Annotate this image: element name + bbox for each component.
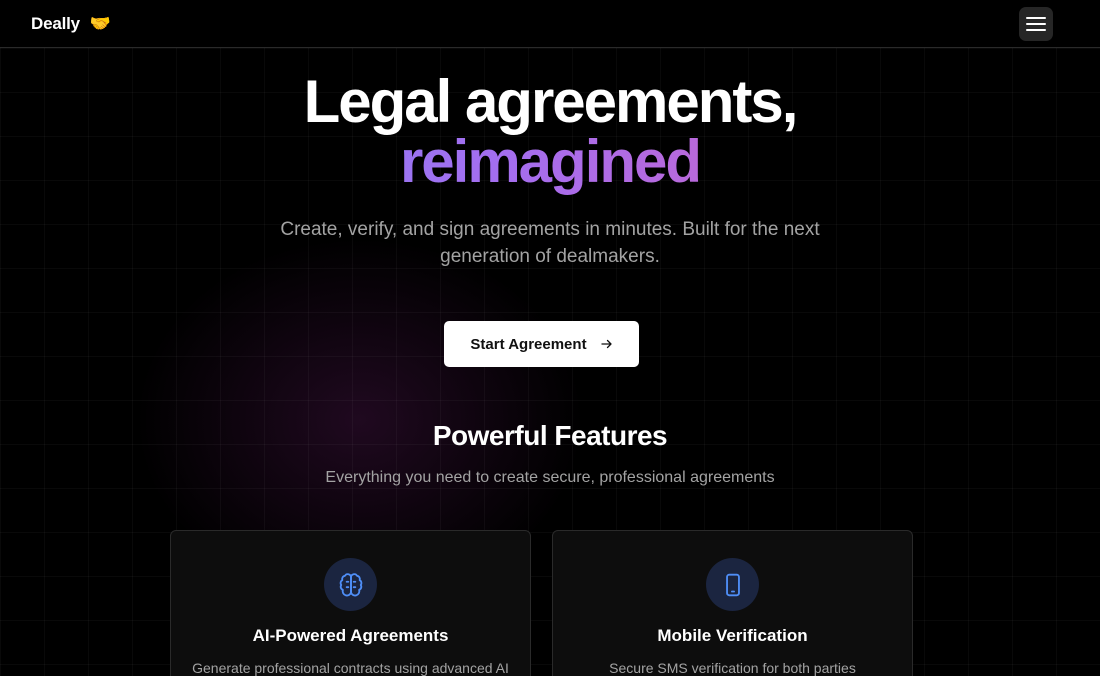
hero: Legal agreements, reimagined Create, ver… [0, 72, 1100, 270]
hero-subtitle: Create, verify, and sign agreements in m… [280, 219, 820, 267]
start-agreement-button[interactable]: Start Agreement [444, 321, 639, 367]
hamburger-menu-icon [1026, 16, 1046, 19]
feature-card-ai: AI-Powered Agreements Generate professio… [170, 530, 531, 676]
arrow-right-icon [600, 339, 612, 349]
page: Deally 🤝 Legal agreements, reimagined Cr… [0, 0, 1100, 676]
hero-title: Legal agreements, [303, 68, 799, 135]
handshake-icon: 🤝 [89, 14, 112, 33]
brand[interactable]: Deally 🤝 [31, 14, 111, 34]
feature-card-description: Generate professional contracts using ad… [192, 660, 509, 676]
top-nav: Deally 🤝 [0, 0, 1100, 48]
smartphone-icon [706, 558, 759, 611]
features-title: Powerful Features [432, 420, 668, 451]
feature-card-description: Secure SMS verification for both parties [609, 660, 856, 676]
features-subtitle: Everything you need to create secure, pr… [325, 469, 775, 486]
feature-card-title: AI-Powered Agreements [252, 626, 449, 645]
feature-card-title: Mobile Verification [657, 626, 808, 645]
feature-card-mobile: Mobile Verification Secure SMS verificat… [552, 530, 913, 676]
brand-name[interactable]: Deally [31, 14, 80, 34]
start-agreement-label: Start Agreement [470, 335, 587, 353]
hero-title-highlight: reimagined [0, 132, 1100, 198]
menu-button[interactable] [1019, 6, 1053, 41]
brain-icon [324, 558, 377, 611]
